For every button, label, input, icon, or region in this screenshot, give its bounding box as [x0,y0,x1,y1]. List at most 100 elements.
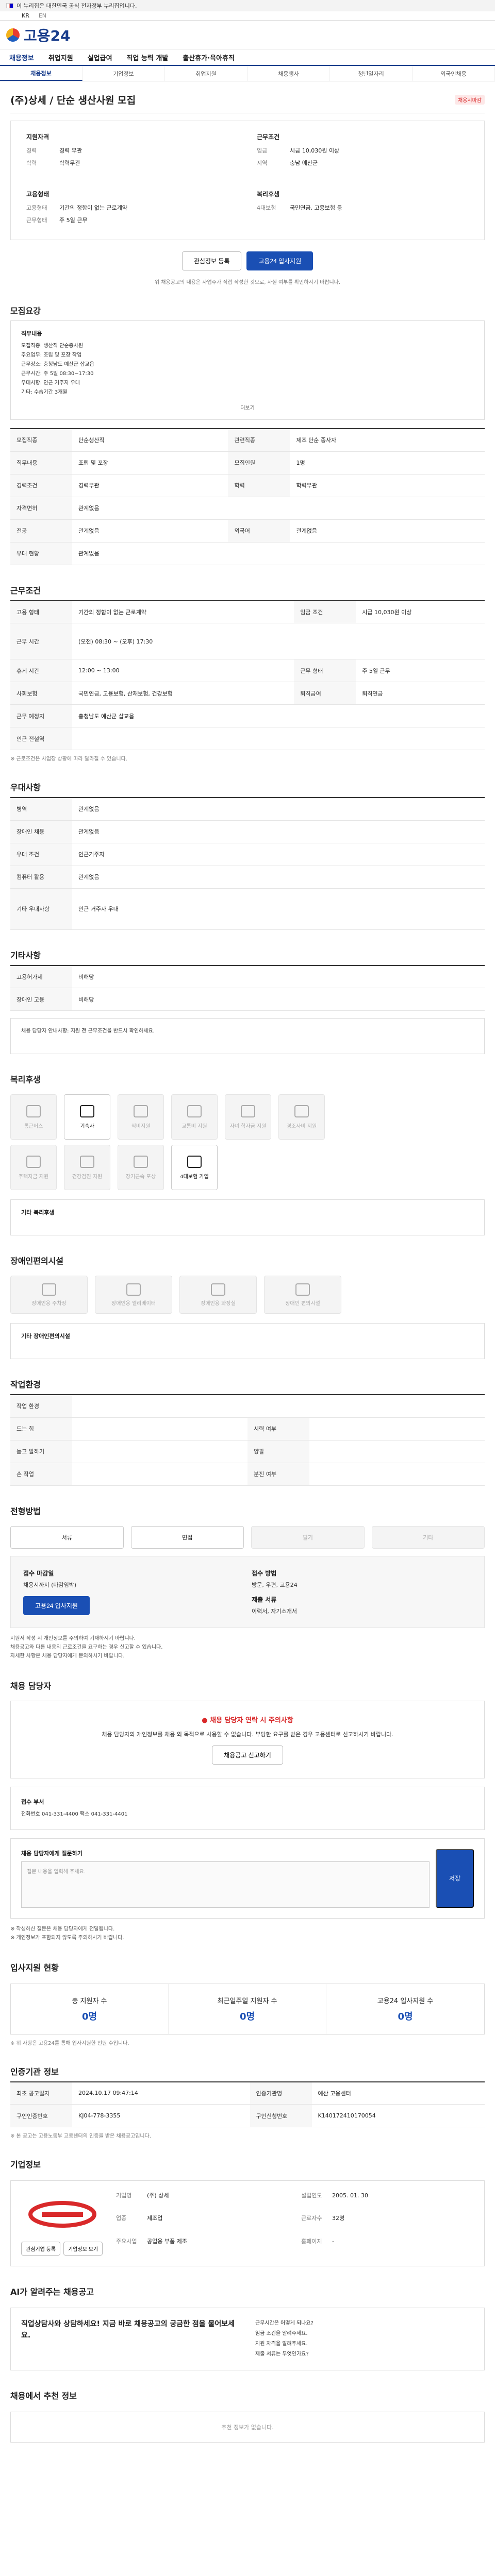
table-row: 장애인 채용 관계없음 [10,820,485,843]
ask-textarea[interactable]: 질문 내용을 입력해 주세요. [21,1861,430,1908]
disab-label: 장애인용 화장실 [201,1300,236,1307]
table-cell: KJ04-778-3355 [72,2104,250,2127]
scrap-button[interactable]: 관심정보 등록 [182,251,242,270]
accessibility-icon [295,1283,310,1296]
note-line: 자세한 사항은 채용 담당자에게 문의하시기 바랍니다. [10,1653,125,1659]
deadline-badge: 채용시마감 [455,95,485,105]
logo-icon[interactable] [6,28,20,42]
transport-icon [187,1105,202,1117]
table-cell: 인근 거주자 우대 [72,888,485,930]
section-info-title: 인증기관 정보 [10,2066,59,2077]
table-row: 고용허가제 비해당 [10,965,485,988]
prefer-table: 병역 관계없음 장애인 채용 관계없음 우대 조건 인근거주자 컴퓨터 활용 관계없음 … [10,797,485,930]
welfare-label: 장기근속 포상 [125,1174,156,1180]
chat-question[interactable]: 지원 자격을 알려주세요. [255,2339,474,2349]
company-buttons: 관심기업 등록 기업정보 보기 [21,2242,104,2256]
table-cell [309,1417,485,1440]
table-cell: 관계없음 [72,497,485,520]
table-header: 근무 형태 [294,659,356,682]
table-cell: 주 5일 근무 [356,659,485,682]
warning-text: 채용 담당자의 개인정보를 채용 외 목적으로 사용할 수 없습니다. 부당한 … [102,1731,393,1738]
welfare-card: 기숙사 [64,1094,110,1140]
table-cell: 제조 단순 종사자 [290,429,485,452]
table-cell: K140172410170054 [311,2104,485,2127]
info-key: 기업명 [116,2192,132,2199]
gnb-item-leave[interactable]: 출산휴가·육아휴직 [175,53,242,62]
table-row: 인근 전철역 [10,727,485,750]
section-similar-title: 채용에서 추천 정보 [10,2391,77,2401]
gnb-item-training[interactable]: 직업 능력 개발 [120,53,176,62]
method-written: 필기 [251,1526,365,1549]
table-cell: 경력무관 [72,474,228,497]
table-cell: 국민연금, 고용보험, 산재보험, 건강보험 [72,682,294,705]
table-row: 근무 예정지 충청남도 예산군 삽교읍 [10,704,485,727]
bus-icon [26,1105,41,1117]
site-logo[interactable]: 고용24 [24,25,71,45]
table-row: 최초 공고일자 2024.10.17 09:47:14 인증기관명 예산 고용센터 [10,2081,485,2105]
subnav-item-company[interactable]: 기업정보 [82,66,165,81]
stat-value: 0명 [81,2011,97,2022]
gnb-item-benefit[interactable]: 실업급여 [80,53,120,62]
subnav-item-jobs[interactable]: 채용정보 [0,66,82,81]
subnav-item-support[interactable]: 취업지원 [165,66,248,81]
table-cell [72,1440,248,1463]
warning-title-text: 채용 담당자 연락 시 주의사항 [210,1716,293,1724]
welfare-label: 건강검진 지원 [72,1174,103,1180]
table-row: 우대 조건 인근거주자 [10,843,485,866]
company-logo-mark [28,2201,96,2228]
table-row: 작업 환경 [10,1395,485,1418]
table-header: 시력 여부 [248,1417,309,1440]
ask-wrapper: 채용 담당자에게 질문하기 질문 내용을 입력해 주세요. [21,1849,430,1908]
chat-question[interactable]: 임금 조건을 알려주세요. [255,2329,474,2339]
global-nav: 채용정보 취업지원 실업급여 직업 능력 개발 출산휴가·육아휴직 [0,49,495,66]
table-cell: 시급 10,030원 이상 [356,600,485,623]
similar-empty: 추천 정보가 없습니다. [10,2412,485,2443]
company-info-button[interactable]: 기업정보 보기 [63,2242,103,2256]
table-row: 우대 현황 관계없음 [10,542,485,565]
report-button[interactable]: 채용공고 신고하기 [212,1745,283,1765]
disab-label: 장애인 편의시설 [285,1300,320,1307]
table-header: 손 작업 [10,1463,72,1486]
company-info-item: 근로자수 32명 [301,2214,474,2232]
table-cell: 12:00 ~ 13:00 [72,659,294,682]
table-header: 병역 [10,798,72,821]
lang-ko[interactable]: KR [22,12,29,19]
ask-submit-button[interactable]: 저장 [436,1849,474,1908]
disab-card: 장애인 편의시설 [264,1276,341,1314]
lang-en[interactable]: EN [39,12,46,19]
work-table: 고용 형태 기간의 정함이 없는 근로계약 임금 조건 시급 10,030원 이상 근… [10,600,485,750]
subnav-item-events[interactable]: 채용행사 [248,66,330,81]
table-row: 기타 우대사항 인근 거주자 우대 [10,888,485,930]
apply-button-2[interactable]: 고용24 입사지원 [23,1596,90,1615]
subnav-item-youth[interactable]: 청년일자리 [330,66,412,81]
welfare-label: 주택자금 지원 [18,1174,49,1180]
welfare-card: 장기근속 포상 [118,1145,164,1190]
table-cell: 학력무관 [290,474,485,497]
welfare-label: 통근버스 [24,1123,43,1129]
deadline-value: 채용시까지 (마감임박) [23,1581,77,1588]
note-line: ※ 개인정보가 포함되지 않도록 주의하시기 바랍니다. [10,1935,124,1941]
chat-question[interactable]: 제출 서류는 무엇인가요? [255,2349,474,2360]
table-header: 모집인원 [228,451,290,474]
warning-title: ● 채용 담당자 연락 시 주의사항 [21,1715,474,1724]
apply-button[interactable]: 고용24 입사지원 [246,251,314,270]
summary-qualification: 지원자격 경력 경력 무관 학력 학력무관 [26,132,238,171]
more-button[interactable]: 더보기 [21,403,474,411]
disab-label: 장애인용 주차장 [31,1300,67,1307]
subnav-item-foreign[interactable]: 외국인채용 [412,66,495,81]
kv-value: 기간의 정함이 없는 근로계약 [59,205,127,211]
welfare-card: 교통비 지원 [171,1094,218,1140]
stat-label: 최근일주일 지원자 수 [217,1997,277,2005]
work-note: ※ 근로조건은 사업장 상황에 따라 달라질 수 있습니다. [10,756,128,762]
table-header: 기타 우대사항 [10,888,72,930]
gnb-item-support[interactable]: 취업지원 [41,53,80,62]
table-cell: 비해당 [72,988,485,1011]
table-header: 양팔 [248,1440,309,1463]
stat-value: 0명 [239,2011,255,2022]
chat-box: 직업상담사와 상담하세요! 지금 바로 채용공고의 궁금한 점을 물어보세요. … [10,2308,485,2370]
company-scrap-button[interactable]: 관심기업 등록 [21,2242,60,2256]
chat-question[interactable]: 근무시간은 어떻게 되나요? [255,2318,474,2329]
section-recruit-title: 모집요강 [10,306,41,316]
disab-label: 장애인용 엘리베이터 [111,1300,156,1307]
gnb-item-jobs[interactable]: 채용정보 [2,53,41,62]
